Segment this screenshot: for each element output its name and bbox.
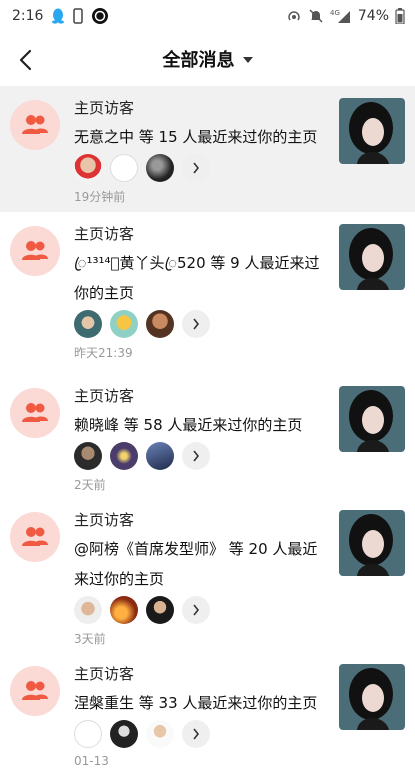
message-title: 主页访客 (74, 665, 135, 683)
more-visitors-button[interactable] (182, 154, 210, 182)
avatar[interactable] (146, 310, 174, 338)
more-visitors-button[interactable] (182, 596, 210, 624)
message-title: 主页访客 (74, 511, 135, 529)
mute-icon (308, 8, 324, 24)
hotspot-icon (286, 8, 302, 24)
message-text: 无意之中 等 15 人最近来过你的主页 (74, 128, 318, 146)
status-bar: 2:16 4G 74% (0, 0, 415, 32)
avatar[interactable] (110, 720, 138, 748)
visitor-avatars (74, 596, 331, 624)
avatar[interactable] (74, 310, 102, 338)
page-title: 全部消息 (162, 50, 235, 71)
avatar[interactable] (110, 596, 138, 624)
visitor-icon (10, 666, 60, 716)
signal-icon: 4G (330, 8, 352, 24)
message-title: 主页访客 (74, 99, 135, 117)
thumbnail-image[interactable] (339, 510, 405, 576)
phone-icon (73, 8, 84, 24)
status-time: 2:16 (12, 8, 44, 24)
visitor-icon (10, 388, 60, 438)
list-item[interactable]: 主页访客 @阿榜《首席发型师》 等 20 人最近来过你的主页 3天前 (0, 498, 415, 652)
battery-text: 74% (357, 8, 389, 24)
message-text: 赖晓峰 等 58 人最近来过你的主页 (74, 416, 303, 434)
list-item[interactable]: 主页访客 赖晓峰 等 58 人最近来过你的主页 2天前 (0, 374, 415, 498)
visitor-icon (10, 512, 60, 562)
title-dropdown[interactable]: 全部消息 (163, 46, 253, 72)
more-visitors-button[interactable] (182, 310, 210, 338)
avatar[interactable] (74, 596, 102, 624)
svg-text:4G: 4G (330, 9, 340, 17)
chevron-right-icon (193, 162, 200, 174)
header: 全部消息 (0, 32, 415, 86)
app-badge-icon (91, 7, 109, 25)
message-title: 主页访客 (74, 387, 135, 405)
visitor-icon (10, 226, 60, 276)
caret-down-icon (242, 57, 253, 63)
message-text: 涅槃重生 等 33 人最近来过你的主页 (74, 694, 318, 712)
avatar[interactable] (110, 154, 138, 182)
more-visitors-button[interactable] (182, 442, 210, 470)
thumbnail-image[interactable] (339, 224, 405, 290)
thumbnail-image[interactable] (339, 98, 405, 164)
chevron-right-icon (193, 604, 200, 616)
chevron-left-icon (19, 49, 32, 71)
visitor-avatars (74, 154, 331, 182)
avatar[interactable] (146, 720, 174, 748)
avatar[interactable] (146, 442, 174, 470)
chevron-right-icon (193, 728, 200, 740)
avatar[interactable] (74, 442, 102, 470)
chevron-right-icon (193, 450, 200, 462)
visitor-avatars (74, 720, 331, 748)
visitor-avatars (74, 442, 331, 470)
message-time: 01-13 (74, 754, 109, 768)
avatar[interactable] (146, 154, 174, 182)
message-text: ꦿ¹³¹⁴ꦿ黄丫头ꦿ520 等 9 人最近来过你的主页 (74, 254, 320, 302)
message-list: 主页访客 无意之中 等 15 人最近来过你的主页 19分钟前 主页访客 ꦿ¹³¹… (0, 86, 415, 772)
avatar[interactable] (74, 154, 102, 182)
list-item[interactable]: 主页访客 涅槃重生 等 33 人最近来过你的主页 01-13 (0, 652, 415, 772)
chevron-right-icon (193, 318, 200, 330)
thumbnail-image[interactable] (339, 664, 405, 730)
message-title: 主页访客 (74, 225, 135, 243)
thumbnail-image[interactable] (339, 386, 405, 452)
message-time: 昨天21:39 (74, 346, 133, 360)
qq-icon (51, 8, 65, 24)
visitor-icon (10, 100, 60, 150)
avatar[interactable] (110, 442, 138, 470)
more-visitors-button[interactable] (182, 720, 210, 748)
back-button[interactable] (6, 40, 46, 80)
message-text: @阿榜《首席发型师》 等 20 人最近来过你的主页 (74, 540, 318, 588)
avatar[interactable] (110, 310, 138, 338)
visitor-avatars (74, 310, 331, 338)
list-item[interactable]: 主页访客 无意之中 等 15 人最近来过你的主页 19分钟前 (0, 86, 415, 212)
avatar[interactable] (74, 720, 102, 748)
list-item[interactable]: 主页访客 ꦿ¹³¹⁴ꦿ黄丫头ꦿ520 等 9 人最近来过你的主页 昨天21:39 (0, 212, 415, 374)
avatar[interactable] (146, 596, 174, 624)
battery-icon (395, 8, 405, 24)
